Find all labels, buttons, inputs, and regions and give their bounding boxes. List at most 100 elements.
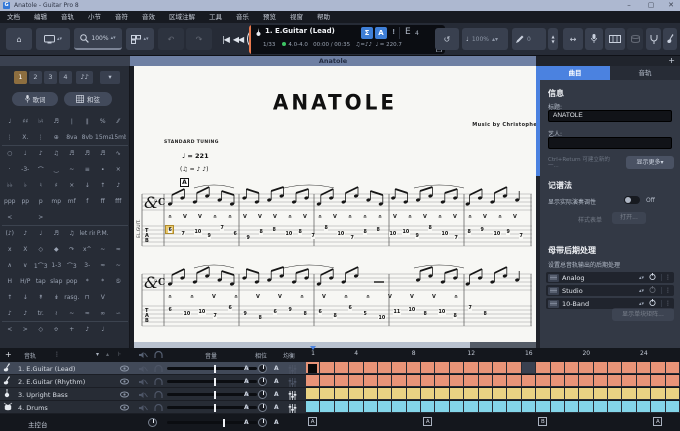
timeline-cell[interactable] (306, 388, 320, 400)
timeline-cell[interactable] (479, 362, 493, 374)
timeline-cell[interactable] (594, 362, 608, 374)
show-more-button[interactable]: 显示更多▾ (626, 156, 674, 169)
tab-fret-number[interactable]: 11 (393, 310, 401, 315)
mute-icon[interactable] (139, 365, 148, 375)
tab-fret-number[interactable]: 8 (272, 228, 276, 233)
palette-header-strip[interactable] (0, 56, 130, 66)
timeline-cell[interactable] (637, 362, 651, 374)
palette-symbol[interactable]: ⋮ (33, 134, 49, 141)
tab-fret-number[interactable]: 7 (311, 234, 315, 239)
palette-symbol[interactable]: ∨ (18, 262, 34, 269)
timeline-cell[interactable] (435, 375, 449, 387)
palette-symbol[interactable]: ↡ (49, 294, 65, 301)
timeline-cell[interactable] (364, 362, 378, 374)
palette-symbol[interactable]: (♪) (2, 230, 18, 237)
stylesheet-open-button[interactable]: 打开... (612, 212, 646, 224)
palette-symbol[interactable]: ff (95, 198, 111, 205)
document-tab[interactable]: Anatole (130, 56, 536, 66)
effect-row[interactable]: Studio▴▾⋮ (546, 285, 674, 296)
palette-symbol[interactable]: ↷ (64, 246, 80, 253)
section-marker-badge[interactable]: A (423, 417, 432, 426)
pick-stroke[interactable]: V (483, 214, 487, 220)
palette-symbol[interactable]: ♫ (49, 150, 65, 157)
palette-symbol[interactable]: ~ (111, 262, 127, 269)
palette-symbol[interactable]: pop (64, 278, 80, 285)
pick-stroke[interactable]: V (410, 294, 414, 300)
timeline-cell[interactable] (320, 375, 334, 387)
pick-stroke[interactable]: V (273, 214, 277, 220)
timeline-cell[interactable] (565, 362, 579, 374)
palette-symbol[interactable]: ↑ (95, 182, 111, 189)
palette-symbol[interactable]: * (95, 278, 111, 285)
pick-stroke[interactable]: ∩ (228, 214, 232, 220)
drums-view-button[interactable] (627, 28, 643, 50)
voice-button-2[interactable]: 2 (29, 71, 42, 84)
palette-symbol[interactable]: pp (18, 198, 34, 205)
palette-symbol[interactable]: ≎ (49, 326, 65, 333)
tab-fret-number[interactable]: 8 (298, 230, 302, 235)
pick-stroke[interactable]: ∩ (300, 294, 304, 300)
timeline-cell[interactable] (493, 388, 507, 400)
timeline-cell[interactable] (551, 401, 565, 413)
track-row[interactable]: 4. DrumsAA (0, 401, 306, 414)
master-pan-automation[interactable]: A (274, 419, 279, 426)
timeline-cell[interactable] (651, 375, 665, 387)
tab-fret-number[interactable]: 10 (198, 310, 206, 315)
master-gain-knob[interactable] (148, 418, 157, 427)
tab-fret-number[interactable]: 9 (480, 228, 484, 233)
menu-item[interactable]: 音乐 (229, 11, 256, 23)
pick-stroke[interactable]: V (256, 294, 260, 300)
tab-fret-number[interactable]: 10 (438, 310, 446, 315)
mix-button[interactable]: Σ (361, 27, 373, 39)
timeline-cell[interactable] (435, 401, 449, 413)
palette-symbol[interactable]: · (2, 166, 18, 173)
timeline-cell[interactable] (565, 388, 579, 400)
palette-symbol[interactable]: ♪ (33, 150, 49, 157)
visibility-eye-icon[interactable] (120, 391, 129, 400)
palette-symbol[interactable]: 15mb (111, 134, 127, 141)
timeline-cell[interactable] (335, 388, 349, 400)
timeline-cell[interactable] (522, 388, 536, 400)
menu-item[interactable]: 区域注解 (162, 11, 202, 23)
palette-symbol[interactable]: V (95, 294, 111, 301)
menu-item[interactable]: 小节 (81, 11, 108, 23)
pick-stroke[interactable]: V (243, 214, 247, 220)
artist-input[interactable] (548, 137, 672, 149)
palette-symbol[interactable]: fff (111, 198, 127, 205)
pick-stroke[interactable]: V (513, 214, 517, 220)
palette-symbol[interactable]: ≈ (111, 246, 127, 253)
section-marker-badge[interactable]: B (538, 417, 547, 426)
solo-headphones-icon[interactable] (154, 365, 163, 375)
pick-stroke[interactable]: ∩ (366, 294, 370, 300)
timeline-cell[interactable] (421, 362, 435, 374)
pan-knob[interactable] (258, 403, 267, 412)
timeline-cell[interactable] (579, 375, 593, 387)
tab-fret-number[interactable]: 10 (441, 232, 449, 237)
palette-symbol[interactable]: x^ (80, 246, 96, 253)
timeline-cell[interactable] (666, 401, 680, 413)
timeline-cell[interactable] (536, 388, 550, 400)
tab-fret-number[interactable]: 6 (168, 228, 172, 233)
minimize-button[interactable]: – (622, 0, 636, 11)
timeline-cell[interactable] (651, 401, 665, 413)
track-row[interactable]: 2. E.Guitar (Rhythm)AA (0, 375, 306, 388)
palette-symbol[interactable]: H (2, 278, 18, 285)
palette-symbol[interactable]: ♭ (18, 182, 34, 189)
palette-symbol[interactable]: ∥ (80, 118, 96, 125)
timeline-cell[interactable] (579, 401, 593, 413)
palette-symbol[interactable]: × (111, 166, 127, 173)
timeline-cell[interactable] (378, 401, 392, 413)
collapse-down-icon[interactable]: ▾ (96, 351, 99, 358)
palette-symbol[interactable]: ↑ (2, 294, 18, 301)
palette-options-button[interactable]: ▾ (100, 71, 120, 84)
timeline-cell[interactable] (651, 388, 665, 400)
instrument-button[interactable] (663, 28, 677, 50)
timeline-cell[interactable] (335, 362, 349, 374)
pick-stroke[interactable]: ∩ (468, 214, 472, 220)
palette-symbol[interactable]: ♩ (95, 326, 111, 333)
tab-fret-number[interactable]: 10 (408, 308, 416, 313)
master-row[interactable]: 主控台 AA AABA (0, 414, 680, 431)
timeline-cell[interactable] (579, 362, 593, 374)
track-display[interactable]: 1. E.Guitar (Lead) Σ A ! E 4 1/33 4.0-4.… (249, 25, 445, 54)
timeline-cell[interactable] (450, 362, 464, 374)
